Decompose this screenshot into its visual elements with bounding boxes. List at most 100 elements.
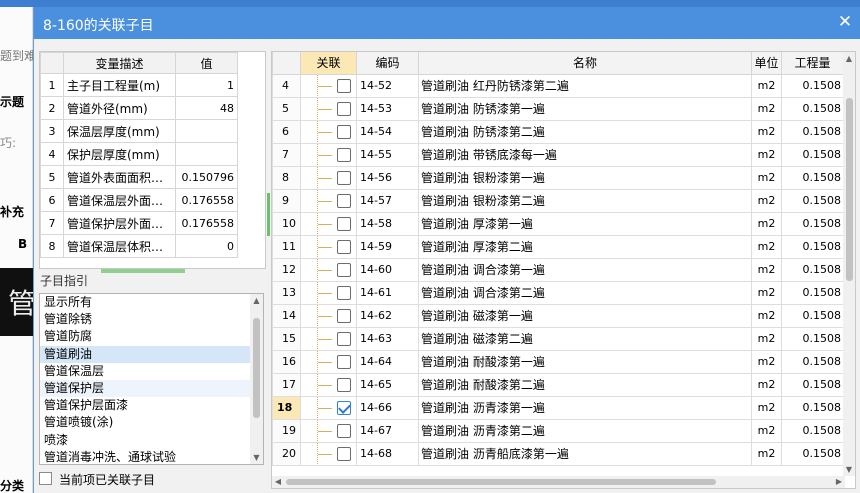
related-checkbox[interactable]	[337, 262, 351, 277]
item-quantity[interactable]: 0.1508	[781, 418, 844, 443]
item-quantity[interactable]: 0.1508	[781, 73, 844, 98]
related-cell[interactable]	[300, 165, 357, 190]
related-checkbox[interactable]	[337, 124, 351, 139]
variable-row[interactable]: 5 管道外表面面积… 0.150796	[40, 165, 238, 189]
scroll-left-icon[interactable]: ◀	[272, 476, 284, 488]
table-row[interactable]: 16 14-64 管道刷油 耐酸漆第一遍 m2 0.1508	[272, 349, 844, 374]
scroll-up-icon[interactable]: ▲	[250, 294, 263, 307]
table-row[interactable]: 11 14-59 管道刷油 厚漆第二遍 m2 0.1508	[272, 234, 844, 259]
related-cell[interactable]	[300, 119, 357, 144]
variable-value[interactable]	[175, 142, 238, 166]
variable-value[interactable]: 0.176558	[175, 188, 238, 212]
related-checkbox[interactable]	[337, 147, 351, 162]
related-checkbox[interactable]	[337, 239, 351, 254]
related-cell[interactable]	[300, 234, 357, 259]
related-cell[interactable]	[300, 142, 357, 167]
table-row[interactable]: 6 14-54 管道刷油 防锈漆第二遍 m2 0.1508	[272, 119, 844, 144]
table-row[interactable]: 20 14-68 管道刷油 沥青船底漆第一遍 m2 0.1508	[272, 441, 844, 466]
scroll-thumb[interactable]	[101, 269, 185, 273]
index-item[interactable]: 管道保温层	[40, 363, 263, 380]
related-cell[interactable]	[300, 372, 357, 397]
index-item[interactable]: 管道刷油	[40, 345, 263, 363]
variable-row[interactable]: 4 保护层厚度(mm)	[40, 142, 238, 166]
table-row[interactable]: 5 14-53 管道刷油 防锈漆第一遍 m2 0.1508	[272, 96, 844, 121]
item-quantity[interactable]: 0.1508	[781, 395, 844, 420]
related-cell[interactable]	[300, 395, 357, 420]
variable-value[interactable]	[175, 119, 238, 143]
related-cell[interactable]	[300, 418, 357, 443]
item-quantity[interactable]: 0.1508	[781, 326, 844, 351]
header-quantity[interactable]: 工程量	[781, 52, 844, 75]
scroll-down-icon[interactable]: ▼	[843, 463, 855, 476]
item-quantity[interactable]: 0.1508	[781, 234, 844, 259]
related-cell[interactable]	[300, 188, 357, 213]
current-item-linked-checkbox[interactable]	[39, 472, 52, 485]
variable-row[interactable]: 2 管道外径(mm) 48	[40, 96, 238, 120]
variable-row[interactable]: 7 管道保护层外面… 0.176558	[40, 211, 238, 235]
related-cell[interactable]	[300, 349, 357, 374]
index-item[interactable]: 喷漆	[40, 432, 263, 449]
index-list-scrollbar[interactable]: ▲ ▼	[250, 294, 263, 464]
related-checkbox[interactable]	[337, 446, 351, 461]
item-quantity[interactable]: 0.1508	[781, 211, 844, 236]
item-quantity[interactable]: 0.1508	[781, 349, 844, 374]
scroll-thumb[interactable]	[286, 479, 716, 485]
item-quantity[interactable]: 0.1508	[781, 257, 844, 282]
table-row[interactable]: 10 14-58 管道刷油 厚漆第一遍 m2 0.1508	[272, 211, 844, 236]
variable-value[interactable]: 0	[175, 234, 238, 258]
related-checkbox[interactable]	[337, 170, 351, 185]
index-item[interactable]: 管道除锈	[40, 311, 263, 328]
scroll-up-icon[interactable]: ▲	[843, 52, 855, 65]
related-checkbox[interactable]	[337, 377, 351, 392]
variable-value[interactable]: 1	[175, 73, 238, 97]
related-checkbox[interactable]	[337, 331, 351, 346]
variable-value[interactable]: 0.176558	[175, 211, 238, 235]
related-cell[interactable]	[300, 211, 357, 236]
scroll-down-icon[interactable]: ▼	[250, 451, 263, 464]
index-item[interactable]: 管道保护层面漆	[40, 397, 263, 414]
item-quantity[interactable]: 0.1508	[781, 441, 844, 466]
header-name[interactable]: 名称	[418, 52, 752, 75]
item-quantity[interactable]: 0.1508	[781, 372, 844, 397]
header-unit[interactable]: 单位	[751, 52, 782, 75]
table-row[interactable]: 17 14-65 管道刷油 耐酸漆第二遍 m2 0.1508	[272, 372, 844, 397]
related-checkbox[interactable]	[337, 354, 351, 369]
table-row[interactable]: 12 14-60 管道刷油 调合漆第一遍 m2 0.1508	[272, 257, 844, 282]
grid-vertical-scrollbar[interactable]: ▲ ▼	[843, 52, 855, 476]
index-item[interactable]: 管道消毒冲洗、通球试验	[40, 449, 263, 464]
variable-value[interactable]: 0.150796	[175, 165, 238, 189]
index-item[interactable]: 显示所有	[40, 294, 263, 311]
table-row[interactable]: 8 14-56 管道刷油 银粉漆第一遍 m2 0.1508	[272, 165, 844, 190]
variable-row[interactable]: 8 管道保温层体积… 0	[40, 234, 238, 258]
item-quantity[interactable]: 0.1508	[781, 280, 844, 305]
item-quantity[interactable]: 0.1508	[781, 96, 844, 121]
related-checkbox[interactable]	[337, 78, 351, 93]
related-checkbox[interactable]	[337, 101, 351, 116]
related-cell[interactable]	[300, 280, 357, 305]
scroll-right-icon[interactable]: ▶	[833, 476, 845, 488]
item-quantity[interactable]: 0.1508	[781, 142, 844, 167]
header-related[interactable]: 关联	[300, 52, 357, 75]
related-cell[interactable]	[300, 73, 357, 98]
related-checkbox[interactable]	[337, 423, 351, 438]
index-item[interactable]: 管道保护层	[40, 379, 263, 398]
variable-value[interactable]: 48	[175, 96, 238, 120]
item-quantity[interactable]: 0.1508	[781, 165, 844, 190]
related-cell[interactable]	[300, 257, 357, 282]
related-checkbox[interactable]	[337, 400, 351, 415]
index-item[interactable]: 管道喷镀(涂)	[40, 414, 263, 431]
related-cell[interactable]	[300, 303, 357, 328]
table-row[interactable]: 7 14-55 管道刷油 带锈底漆每一遍 m2 0.1508	[272, 142, 844, 167]
index-item[interactable]: 管道防腐	[40, 328, 263, 345]
table-row[interactable]: 9 14-57 管道刷油 银粉漆第二遍 m2 0.1508	[272, 188, 844, 213]
item-quantity[interactable]: 0.1508	[781, 188, 844, 213]
table-row[interactable]: 15 14-63 管道刷油 磁漆第二遍 m2 0.1508	[272, 326, 844, 351]
variable-row[interactable]: 6 管道保温层外面… 0.176558	[40, 188, 238, 212]
table-row[interactable]: 14 14-62 管道刷油 磁漆第一遍 m2 0.1508	[272, 303, 844, 328]
variable-row[interactable]: 1 主子目工程量(m) 1	[40, 73, 238, 97]
related-checkbox[interactable]	[337, 308, 351, 323]
variable-row[interactable]: 3 保温层厚度(mm)	[40, 119, 238, 143]
table-row[interactable]: 4 14-52 管道刷油 红丹防锈漆第二遍 m2 0.1508	[272, 73, 844, 98]
item-quantity[interactable]: 0.1508	[781, 119, 844, 144]
scroll-thumb[interactable]	[846, 98, 853, 281]
